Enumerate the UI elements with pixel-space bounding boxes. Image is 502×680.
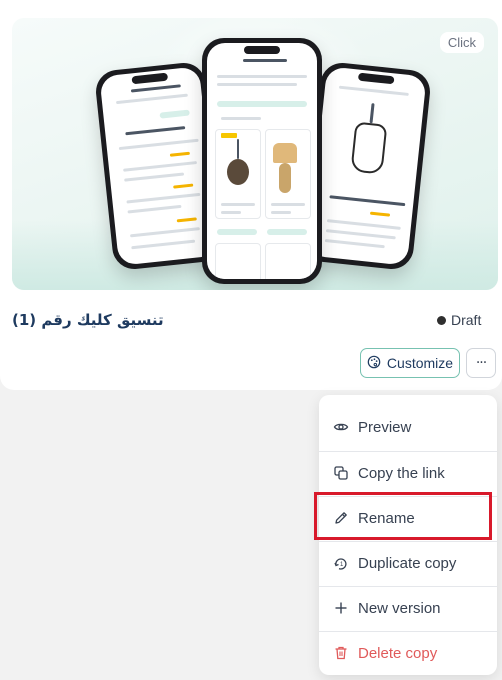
- customize-button[interactable]: Customize: [360, 348, 460, 378]
- menu-item-rename[interactable]: Rename: [319, 497, 497, 539]
- palette-icon: [367, 355, 381, 372]
- menu-item-label: Copy the link: [358, 464, 445, 482]
- preview-click-badge: Click: [439, 32, 484, 53]
- menu-item-copy-link[interactable]: Copy the link: [319, 452, 497, 494]
- duplicate-icon: 1: [333, 555, 349, 571]
- customize-label: Customize: [386, 355, 454, 371]
- ellipsis-icon: ···: [475, 355, 487, 371]
- menu-item-label: Delete copy: [358, 644, 438, 662]
- template-card: Click تنسيق كليك رقم (1) Draft Customize…: [0, 0, 502, 390]
- options-dropdown-menu: Preview Copy the link Rename 1 Duplicate…: [319, 395, 497, 675]
- menu-item-label: Preview: [358, 418, 412, 436]
- more-options-button[interactable]: ···: [466, 348, 496, 378]
- status-dot-icon: [437, 315, 446, 325]
- eye-icon: [333, 419, 349, 435]
- copy-link-icon: [333, 465, 349, 481]
- menu-item-delete[interactable]: Delete copy: [319, 632, 497, 674]
- template-title-text: تنسيق كليك رقم (1): [12, 311, 164, 329]
- phone-screen-center: [207, 43, 317, 279]
- pencil-icon: [333, 510, 349, 526]
- menu-item-label: Rename: [358, 509, 415, 527]
- menu-item-new-version[interactable]: New version: [319, 587, 497, 629]
- menu-item-preview[interactable]: Preview: [319, 406, 497, 448]
- trash-icon: [333, 645, 349, 661]
- phone-screen-left: [99, 66, 219, 266]
- plus-icon: [333, 600, 349, 616]
- menu-item-label: New version: [358, 599, 441, 617]
- menu-item-duplicate[interactable]: 1 Duplicate copy: [319, 542, 497, 584]
- phone-screen-right: [307, 66, 427, 266]
- template-preview-image[interactable]: Click: [12, 18, 498, 290]
- status-badge: Draft: [433, 310, 485, 330]
- status-label: Draft: [451, 312, 482, 328]
- menu-item-label: Duplicate copy: [358, 554, 457, 572]
- svg-text:1: 1: [340, 562, 344, 568]
- phone-mockup-center: [202, 38, 322, 284]
- template-title: تنسيق كليك رقم (1): [0, 311, 502, 329]
